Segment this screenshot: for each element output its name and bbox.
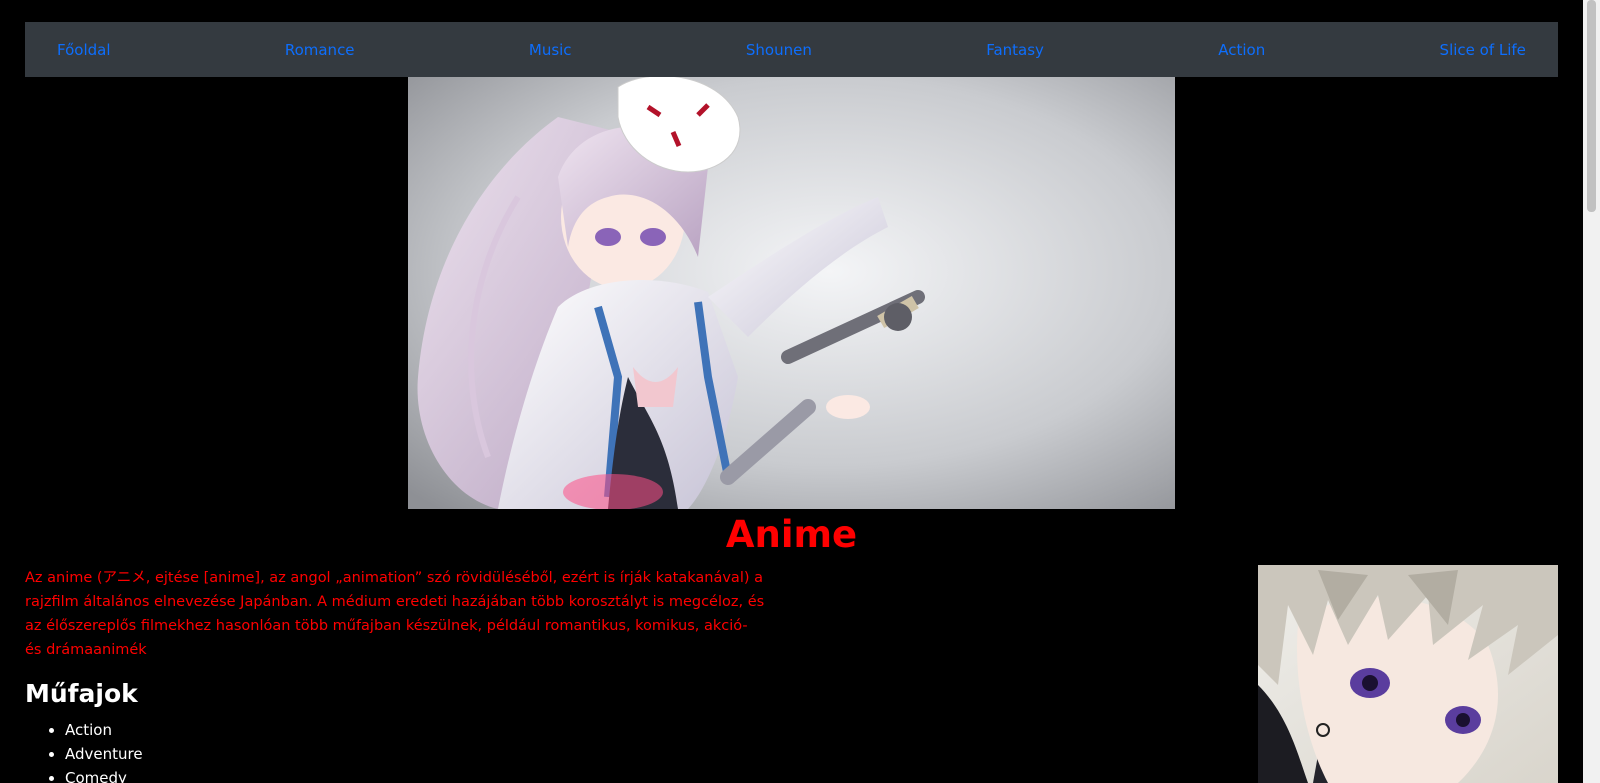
nav-link-romance[interactable]: Romance: [285, 41, 355, 59]
hero-image: [408, 77, 1175, 509]
nav-link-action[interactable]: Action: [1218, 41, 1265, 59]
genres-heading: Műfajok: [25, 679, 138, 708]
list-item: Comedy: [65, 766, 143, 783]
page-title: Anime: [725, 513, 858, 556]
nav-link-music[interactable]: Music: [529, 41, 572, 59]
nav-link-home[interactable]: Főoldal: [57, 41, 111, 59]
list-item: Adventure: [65, 742, 143, 766]
nav-link-slice-of-life[interactable]: Slice of Life: [1440, 41, 1526, 59]
list-item: Action: [65, 718, 143, 742]
nav-link-fantasy[interactable]: Fantasy: [986, 41, 1044, 59]
page: Főoldal Romance Music Shounen Fantasy Ac…: [0, 0, 1600, 783]
scrollbar-thumb[interactable]: [1587, 0, 1596, 212]
genre-list: Action Adventure Comedy: [25, 718, 143, 783]
intro-paragraph: Az anime (アニメ, ejtése [anime], az angol …: [25, 570, 765, 658]
top-navbar: Főoldal Romance Music Shounen Fantasy Ac…: [25, 22, 1558, 77]
page-scrollbar[interactable]: [1583, 0, 1600, 783]
side-character-image: [1258, 565, 1558, 783]
nav-link-shounen[interactable]: Shounen: [746, 41, 812, 59]
